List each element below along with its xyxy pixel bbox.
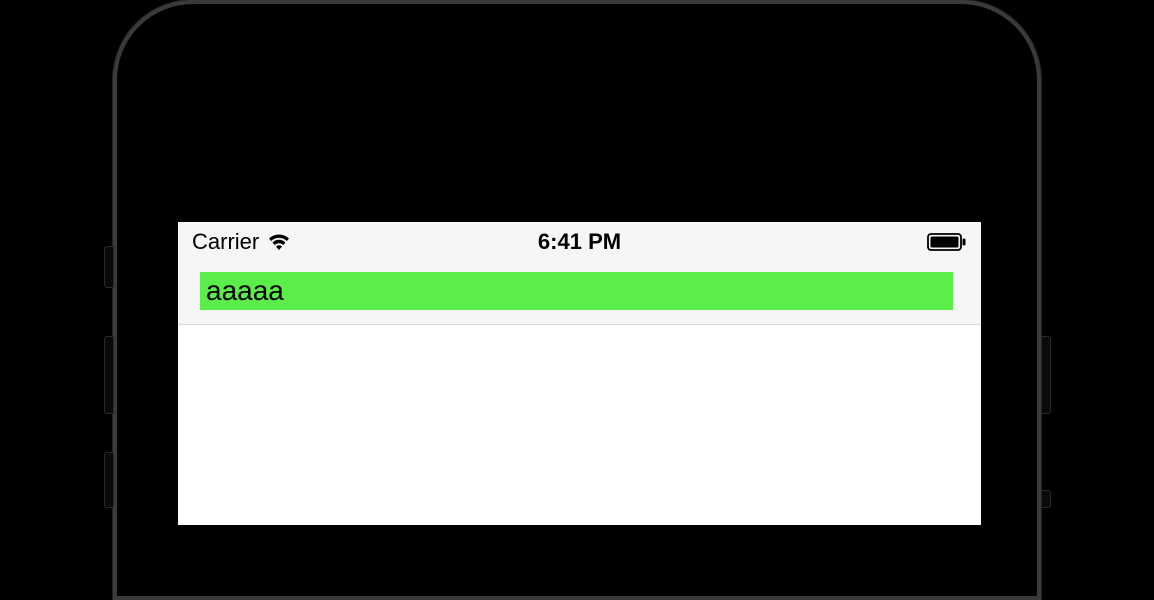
status-right [927,233,967,251]
status-bar: Carrier 6:41 PM [178,222,981,262]
search-bar-area [178,262,981,325]
device-screen: Carrier 6:41 PM [178,222,981,508]
device-side-button [1041,336,1051,414]
battery-icon [927,233,967,251]
clock-label: 6:41 PM [538,229,621,255]
carrier-label: Carrier [192,229,259,255]
device-side-button [104,246,114,288]
device-side-button [104,452,114,508]
device-side-button [104,336,114,414]
device-side-button [1041,490,1051,508]
wifi-icon [267,233,291,251]
status-left: Carrier [192,229,291,255]
search-input[interactable] [200,272,953,310]
content-area [178,325,981,525]
